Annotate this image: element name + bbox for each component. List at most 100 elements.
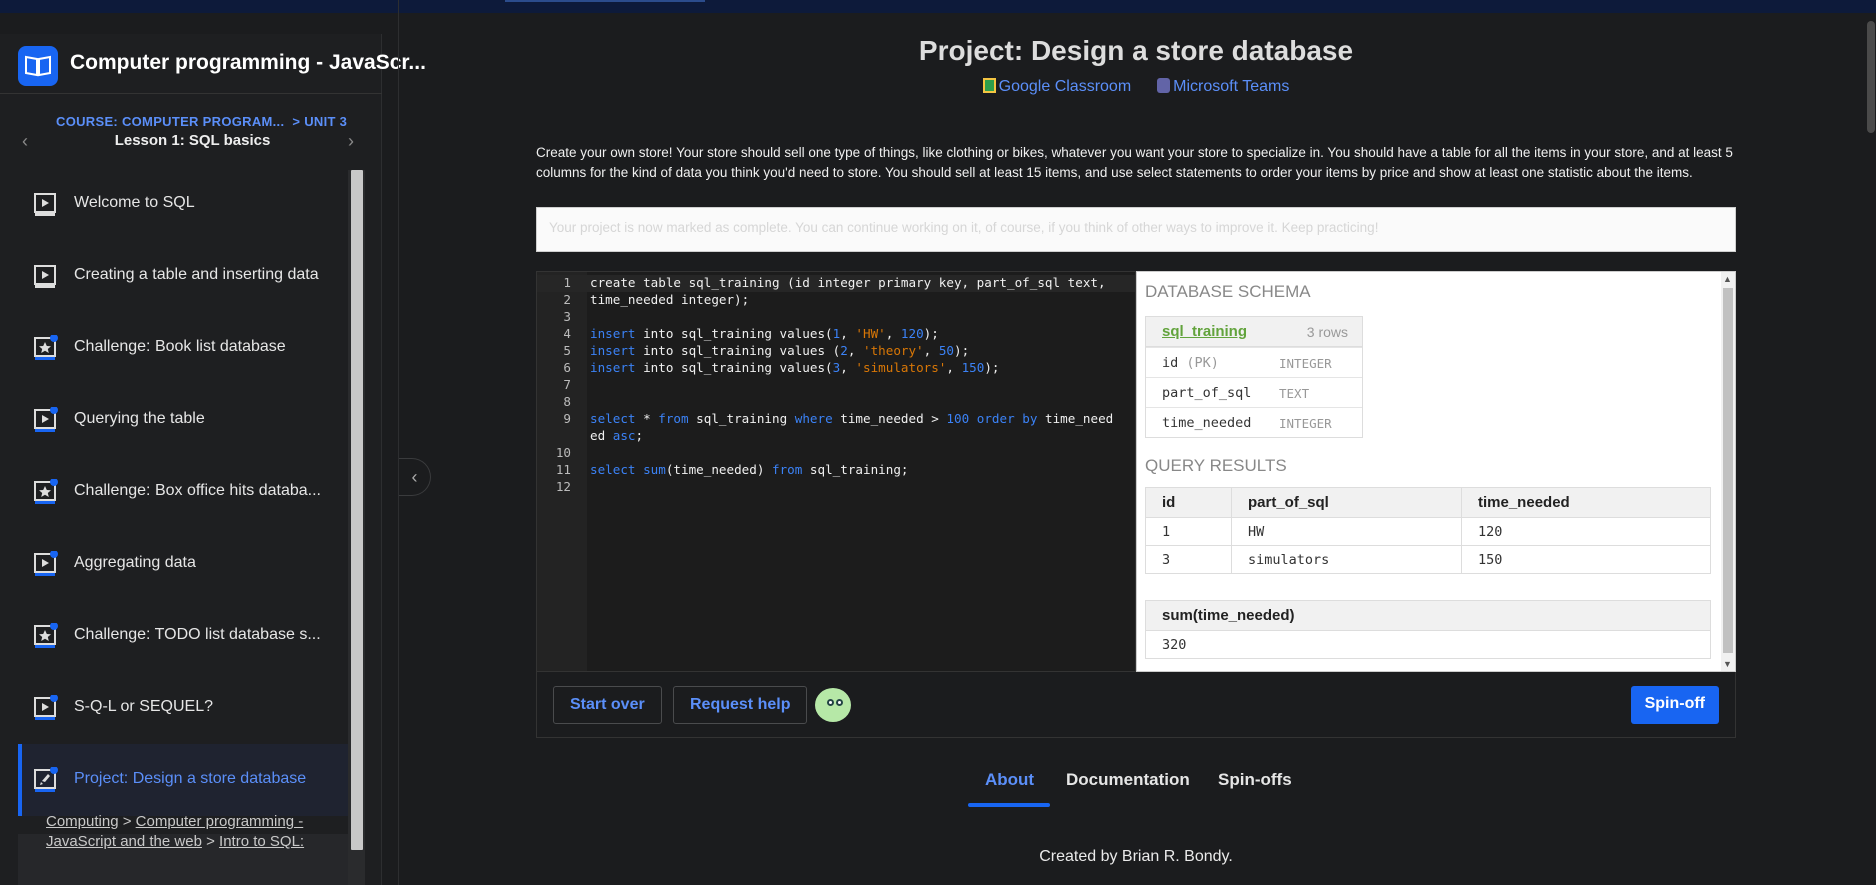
next-lesson-chevron-icon[interactable]: › <box>348 131 354 152</box>
table-cell: 3 <box>1145 545 1232 574</box>
sidebar-item-creating-table[interactable]: Creating a table and inserting data <box>18 240 348 312</box>
video-icon <box>34 551 58 576</box>
request-help-button[interactable]: Request help <box>673 686 808 724</box>
table-row: 1 HW 120 <box>1145 517 1711 546</box>
sidebar-item-label: Challenge: TODO list database s... <box>74 626 321 643</box>
schema-column: part_of_sql TEXT <box>1146 377 1362 407</box>
tab-documentation[interactable]: Documentation <box>1066 770 1190 790</box>
sidebar-scrollbar-thumb[interactable] <box>351 170 363 850</box>
schema-column-name: id <box>1162 355 1179 371</box>
scroll-up-arrow-icon[interactable]: ▲ <box>1723 274 1732 284</box>
code-line[interactable]: 2 time_needed integer); <box>537 292 1135 309</box>
editor-toolbar: Start over Request help Spin-off <box>536 672 1736 738</box>
sidebar-item-label: Challenge: Box office hits databa... <box>74 482 321 499</box>
sidebar-item-label: Challenge: Book list database <box>74 338 286 355</box>
video-icon <box>34 193 56 216</box>
project-description: Create your own store! Your store should… <box>536 145 1733 180</box>
schema-table-name[interactable]: sql_training <box>1162 323 1247 340</box>
sidebar-item-welcome-to-sql[interactable]: Welcome to SQL <box>18 168 348 240</box>
course-header[interactable]: Computer programming - JavaScr... <box>0 34 426 94</box>
challenge-star-icon <box>34 479 58 504</box>
sidebar-item-aggregating[interactable]: Aggregating data <box>18 528 348 600</box>
line-number: 2 <box>563 292 571 307</box>
course-title[interactable]: Computer programming - JavaScr... <box>70 51 426 75</box>
code-line[interactable]: 8 <box>537 394 1135 411</box>
chevron-left-icon: ‹ <box>411 466 418 487</box>
line-number: 5 <box>563 343 571 358</box>
sidebar-item-book-list[interactable]: Challenge: Book list database <box>18 312 348 384</box>
line-number: 1 <box>563 275 571 290</box>
sidebar-item-box-office[interactable]: Challenge: Box office hits databa... <box>18 456 348 528</box>
previous-lesson-chevron-icon[interactable]: ‹ <box>22 131 28 152</box>
sidebar-item-todo-list[interactable]: Challenge: TODO list database s... <box>18 600 348 672</box>
share-links: Google Classroom Microsoft Teams <box>536 78 1736 96</box>
column-header: time_needed <box>1461 487 1711 518</box>
page-scrollbar-thumb[interactable] <box>1867 21 1875 133</box>
code-line[interactable]: ed asc; <box>537 428 1135 445</box>
schema-heading: DATABASE SCHEMA <box>1145 282 1311 301</box>
results-scrollbar-thumb[interactable] <box>1723 288 1733 653</box>
google-classroom-link[interactable]: Google Classroom <box>999 78 1132 95</box>
start-over-button[interactable]: Start over <box>553 686 662 724</box>
code-line[interactable]: 5 insert into sql_training values (2, 'th… <box>537 343 1135 360</box>
code-line[interactable]: 3 <box>537 309 1135 326</box>
lesson-title: Lesson 1: SQL basics <box>114 132 271 149</box>
page-scrollbar[interactable] <box>1866 13 1876 885</box>
sidebar-item-sql-or-sequel[interactable]: S-Q-L or SEQUEL? <box>18 672 348 744</box>
column-header: sum(time_needed) <box>1145 600 1711 631</box>
line-number: 12 <box>555 479 571 494</box>
sidebar-item-querying[interactable]: Querying the table <box>18 384 348 456</box>
scroll-down-arrow-icon[interactable]: ▼ <box>1723 659 1732 669</box>
tab-about[interactable]: About <box>985 770 1034 790</box>
table-cell: 150 <box>1461 545 1711 574</box>
code-line[interactable]: 11 select sum(time_needed) from sql_train… <box>537 462 1135 479</box>
code-line[interactable]: 10 <box>537 445 1135 462</box>
tab-spin-offs[interactable]: Spin-offs <box>1218 770 1292 790</box>
code-line[interactable]: 6 insert into sql_training values(3, 'sim… <box>537 360 1135 377</box>
schema-column-type: INTEGER <box>1279 356 1332 371</box>
table-cell: 320 <box>1145 630 1711 659</box>
lesson-sidebar: Computer programming - JavaScr... COURSE… <box>0 34 426 885</box>
collapse-sidebar-button[interactable]: ‹ <box>399 458 431 496</box>
sidebar-item-label: Aggregating data <box>74 554 196 571</box>
sidebar-item-label: S-Q-L or SEQUEL? <box>74 698 214 715</box>
code-line[interactable]: 9 select * from sql_training where time_n… <box>537 411 1135 428</box>
schema-column-name: part_of_sql <box>1162 385 1252 401</box>
microsoft-teams-icon <box>1157 78 1171 93</box>
line-number: 6 <box>563 360 571 375</box>
footer-crumb-javascript[interactable]: JavaScript and the web <box>46 833 202 850</box>
course-breadcrumb[interactable]: COURSE: COMPUTER PROGRAM... > UNIT 3 <box>56 114 347 129</box>
results-panel: DATABASE SCHEMA sql_training 3 rows id (… <box>1136 271 1736 672</box>
avatar-icon <box>815 688 851 722</box>
table-cell: 1 <box>1145 517 1232 546</box>
breadcrumb-unit[interactable]: > UNIT 3 <box>292 114 347 129</box>
sidebar-item-label: Creating a table and inserting data <box>74 266 319 283</box>
column-header: id <box>1145 487 1232 518</box>
content-divider <box>398 0 399 885</box>
line-number: 11 <box>555 462 571 477</box>
page-title: Project: Design a store database <box>918 35 1354 66</box>
schema-column-type: INTEGER <box>1279 416 1332 431</box>
sidebar-item-project-store[interactable]: Project: Design a store database <box>18 744 348 816</box>
active-tab-indicator <box>968 803 1050 807</box>
microsoft-teams-link[interactable]: Microsoft Teams <box>1173 78 1289 95</box>
footer-crumb-programming[interactable]: Computer programming - <box>136 813 304 830</box>
completion-note: Your project is now marked as complete. … <box>536 207 1736 252</box>
spin-off-button[interactable]: Spin-off <box>1630 686 1719 724</box>
code-line[interactable]: 7 <box>537 377 1135 394</box>
footer-crumb-computing[interactable]: Computing <box>46 813 119 830</box>
query-results-heading: QUERY RESULTS <box>1145 456 1287 475</box>
footer-crumb-intro-sql[interactable]: Intro to SQL: <box>219 833 304 850</box>
sidebar-item-label: Querying the table <box>74 410 205 427</box>
code-editor[interactable]: 1 create table sql_training (id integer p… <box>536 271 1136 672</box>
results-scrollbar[interactable]: ▲ ▼ <box>1721 272 1735 671</box>
code-line[interactable]: 12 <box>537 479 1135 496</box>
challenge-star-icon <box>34 623 58 648</box>
footer-crumb-separator: > <box>122 813 132 830</box>
schema-column: id (PK) INTEGER <box>1146 347 1362 377</box>
code-line[interactable]: 4 insert into sql_training values(1, 'HW'… <box>537 326 1135 343</box>
breadcrumb-course[interactable]: COURSE: COMPUTER PROGRAM... <box>56 114 284 129</box>
google-classroom-icon <box>982 78 996 93</box>
code-line[interactable]: 1 create table sql_training (id integer p… <box>537 275 1135 292</box>
challenge-star-icon <box>34 335 58 360</box>
